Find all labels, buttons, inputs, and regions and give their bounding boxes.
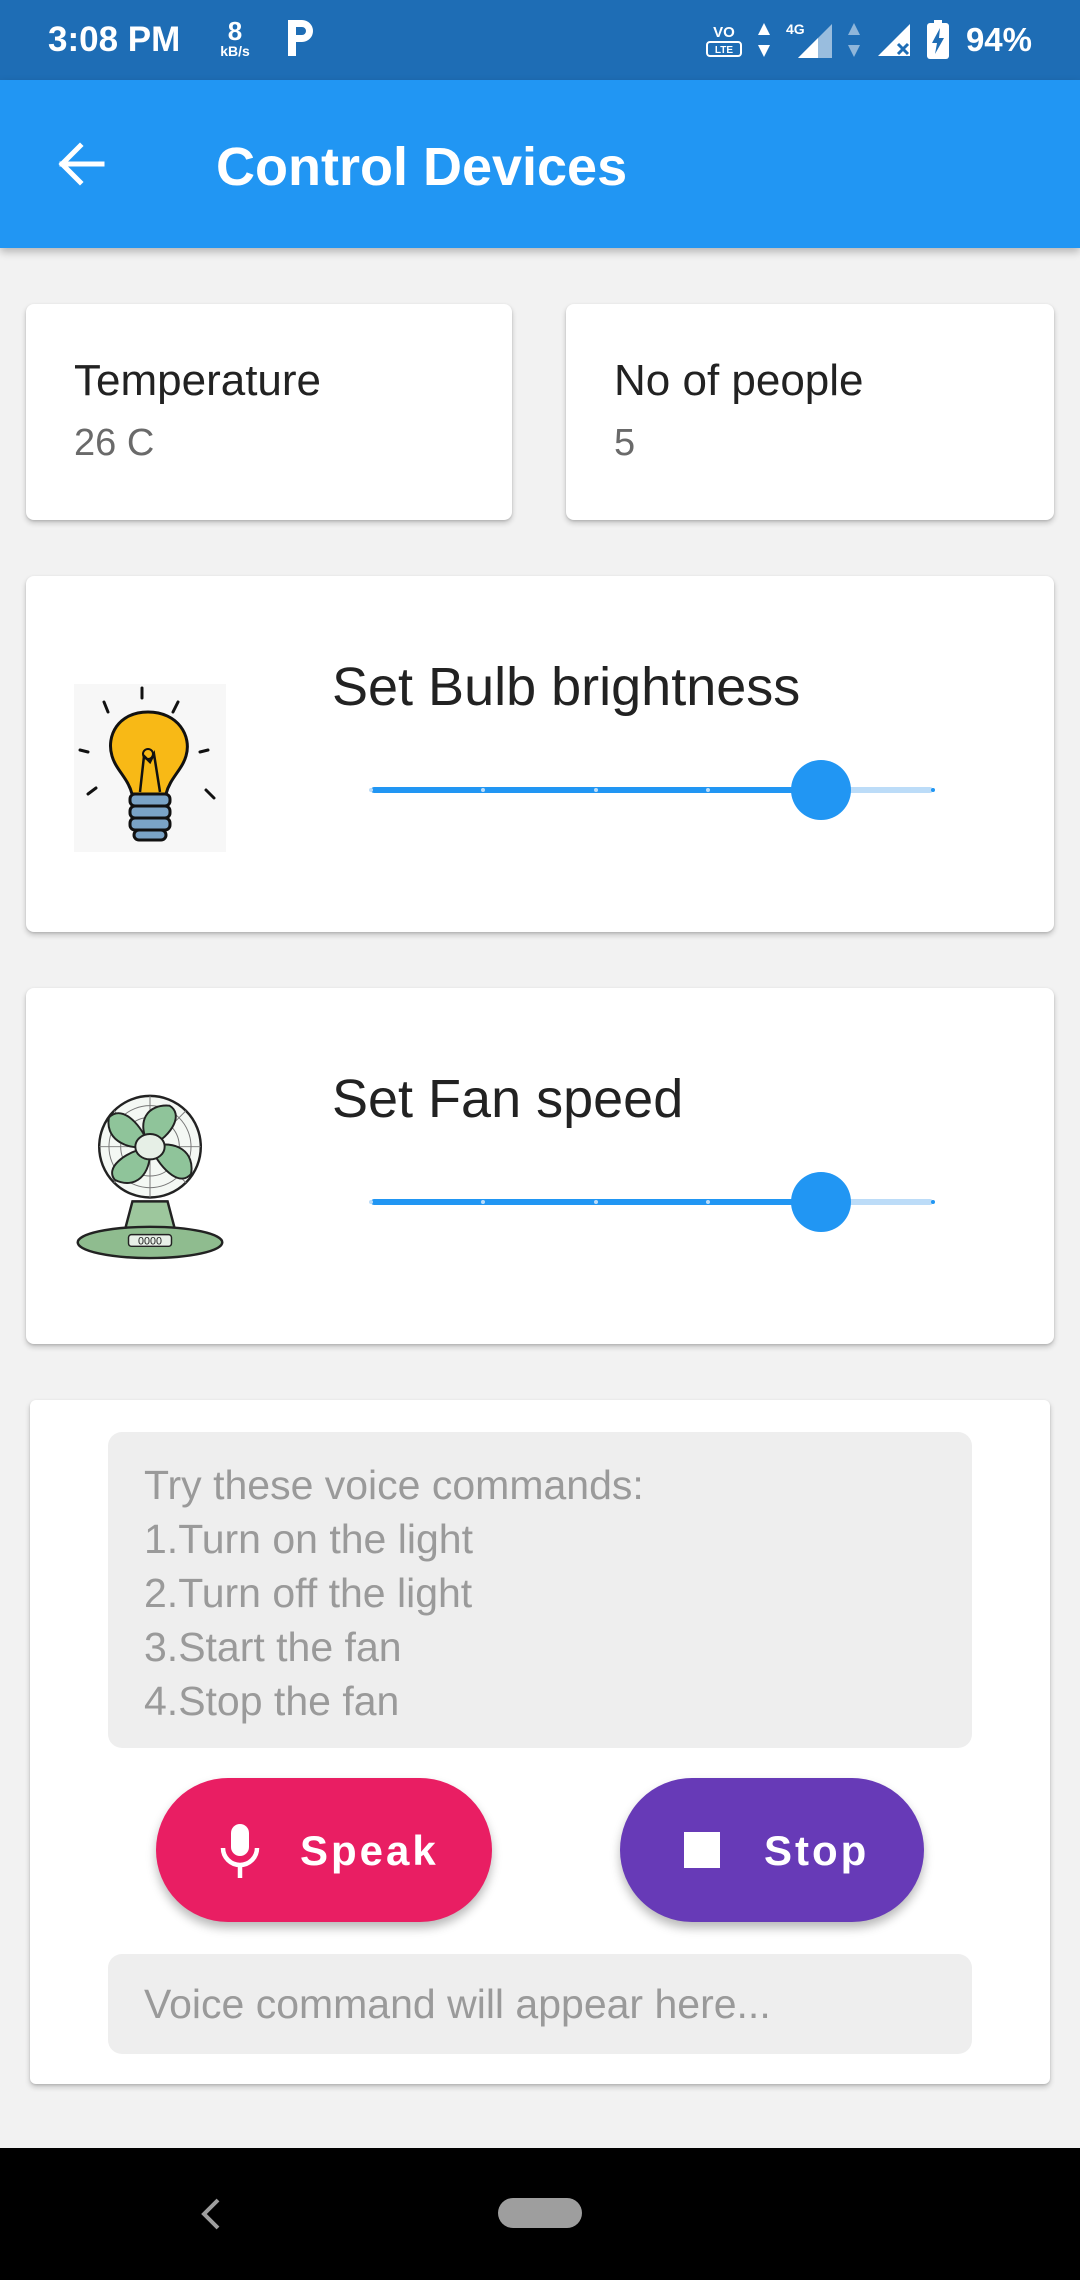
bulb-brightness-title: Set Bulb brightness (332, 657, 801, 717)
slider-tick (369, 788, 373, 792)
battery-charging-icon (926, 20, 949, 59)
arrow-left-icon[interactable] (54, 138, 106, 190)
hint-line: 4.Stop the fan (144, 1678, 400, 1724)
hint-line: 2.Turn off the light (144, 1570, 473, 1616)
slider-thumb[interactable] (790, 760, 851, 820)
voice-command-output: Voice command will appear here... (108, 1954, 972, 2054)
status-icons: VO LTE 4G 94% (704, 18, 1032, 62)
voice-command-output-text: Voice command will appear here... (144, 1980, 771, 2027)
status-time: 3:08 PM (48, 20, 181, 59)
stop-square-icon (684, 1832, 720, 1868)
hint-line: 3.Start the fan (144, 1624, 402, 1670)
slider-tick (593, 1200, 598, 1204)
fan-badge: 0000 (138, 1235, 162, 1247)
microphone-icon (220, 1824, 260, 1878)
nav-home-pill-icon[interactable] (498, 2198, 582, 2228)
light-bulb-icon (74, 684, 226, 852)
network-speed-value: 8 (227, 16, 243, 46)
network-speed-unit: kB/s (220, 43, 250, 59)
fan-speed-slider[interactable] (346, 1172, 958, 1232)
network-label: 4G (786, 21, 805, 37)
data-arrows-icon (757, 23, 770, 57)
slider-tick (369, 1200, 373, 1204)
volte-label-bottom: LTE (715, 45, 733, 56)
slider-thumb[interactable] (790, 1172, 851, 1232)
slider-tick (593, 788, 598, 792)
fan-control-card: 0000 Set Fan speed (26, 988, 1054, 1344)
bulb-control-card: Set Bulb brightness (26, 576, 1054, 932)
app-bar: Control Devices (0, 80, 1080, 248)
temperature-card: Temperature 26 C (26, 304, 512, 520)
page-title: Control Devices (216, 137, 628, 197)
volte-label-top: VO (713, 24, 735, 41)
signal-4g-icon: 4G (786, 21, 832, 58)
slider-tick (931, 1200, 935, 1204)
stop-button-label: Stop (764, 1827, 870, 1874)
speak-button-label: Speak (300, 1827, 439, 1874)
voice-command-hints: Try these voice commands: 1.Turn on the … (108, 1432, 972, 1748)
fan-speed-title: Set Fan speed (332, 1069, 684, 1129)
signal-no-sim-icon (877, 24, 910, 56)
hint-line: 1.Turn on the light (144, 1516, 473, 1562)
people-count-label: No of people (614, 356, 864, 405)
temperature-label: Temperature (74, 356, 322, 405)
p-icon (288, 20, 313, 56)
battery-percent: 94% (965, 21, 1032, 58)
speak-button[interactable]: Speak (156, 1778, 492, 1922)
slider-tick (931, 788, 935, 792)
volte-icon: VO LTE (705, 24, 742, 57)
status-bar: 3:08 PM 8 kB/s VO LTE 4G 94% (0, 0, 1080, 80)
navigation-bar (0, 2148, 1080, 2280)
people-count-card: No of people 5 (566, 304, 1054, 520)
bulb-brightness-slider[interactable] (346, 760, 958, 820)
people-count-value: 5 (614, 422, 636, 464)
network-speed: 8 kB/s (213, 18, 257, 58)
temperature-value: 26 C (74, 422, 155, 464)
hint-line: Try these voice commands: (144, 1462, 644, 1508)
fan-icon: 0000 (76, 1094, 224, 1260)
nav-back-icon[interactable] (192, 2192, 228, 2236)
data-arrows-dim-icon (847, 23, 860, 57)
stop-button[interactable]: Stop (620, 1778, 924, 1922)
